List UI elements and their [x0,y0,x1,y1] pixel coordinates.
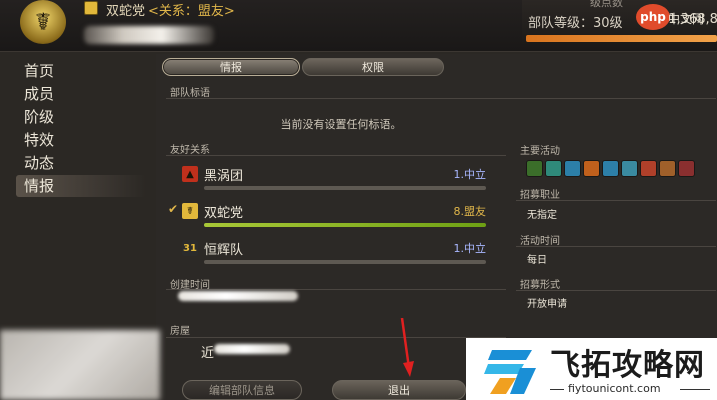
leveling-icon [545,160,562,177]
divider [166,155,506,156]
hardcore-icon [583,160,600,177]
site-watermark: 飞拓攻略网 fiytounicont.com [466,338,717,400]
fc-tag-redacted [84,26,214,44]
relations-label: 友好关系 [170,145,210,156]
guildhest-icon [621,160,638,177]
divider [516,200,716,201]
fc-crest-emblem: ☤ [20,0,66,44]
relation-status: 8.盟友 [453,205,487,218]
rank-progress-bar [526,35,717,42]
site-url: fiytounicont.com [568,382,661,395]
edit-fc-info-button[interactable]: 编辑部队信息 [182,380,302,400]
left-nav: 首页 成员 阶级 特效 动态 情报 [8,60,150,350]
divider [166,98,716,99]
divider [166,337,506,338]
grand-company-icon: ☤ [182,203,198,219]
php-watermark-text: 中文网 [668,12,705,26]
relation-name: 黑涡团 [204,169,244,184]
check-icon: ✔ [168,202,179,216]
grand-company-icon [84,1,98,15]
relation-progress-bar [204,186,486,190]
rank-label: 部队等级：30级 [528,16,623,31]
relation-progress-bar [204,223,486,227]
divider [516,246,716,247]
activity-label: 主要活动 [520,146,560,157]
relation-row[interactable]: 31 恒辉队 1.中立 [172,236,492,270]
raid-icon [659,160,676,177]
red-arrow-annotation [400,318,414,377]
relation-name: 恒辉队 [204,243,244,258]
created-date-redacted [178,291,298,301]
relation-row[interactable]: ▲ 黑涡团 1.中立 [172,162,492,196]
header-bar: ☤ 双蛇党 <关系：盟友> 级点数 部队等级：30级 11,368,8 php … [0,0,717,52]
tab-permissions[interactable]: 权限 [302,58,444,76]
nav-item[interactable]: 情报 [16,175,146,197]
fc-name: 双蛇党 [106,4,146,19]
nav-item[interactable]: 特效 [16,129,146,151]
housing-value: 近 [201,346,215,361]
relation-name: 双蛇党 [204,206,244,221]
redacted-overlay [0,330,160,400]
grand-company-icon: 31 [182,240,198,256]
divider [516,290,716,291]
housing-value-redacted [214,344,290,354]
php-watermark-logo: php [636,4,670,30]
site-logo-icon [484,350,536,394]
relation-status: 1.中立 [453,168,487,181]
rank-points-label: 级点数 [590,0,623,9]
relation-row[interactable]: ✔ ☤ 双蛇党 8.盟友 [168,199,492,233]
activity-icons [526,160,716,180]
time-value: 每日 [527,255,547,266]
dungeon-icon [602,160,619,177]
housing-label: 房屋 [170,326,190,337]
role-play-icon [526,160,543,177]
pvp-icon [678,160,695,177]
relation-progress-bar [204,260,486,264]
exit-button[interactable]: 退出 [332,380,466,400]
nav-item[interactable]: 首页 [16,60,146,82]
recruit-label: 招募职业 [520,190,560,201]
grand-company-icon: ▲ [182,166,198,182]
slogan-label: 部队标语 [170,88,210,99]
fc-relation: <关系：盟友> [148,4,235,19]
recruit-value: 无指定 [527,210,557,221]
nav-item[interactable]: 阶级 [16,106,146,128]
form-label: 招募形式 [520,280,560,291]
nav-item[interactable]: 成员 [16,83,146,105]
relation-status: 1.中立 [453,242,487,255]
divider [166,289,506,290]
divider [550,389,564,390]
tab-info[interactable]: 情报 [162,58,300,76]
trial-icon [640,160,657,177]
nav-item[interactable]: 动态 [16,152,146,174]
slogan-text: 当前没有设置任何标语。 [280,118,402,131]
casual-icon [564,160,581,177]
time-label: 活动时间 [520,236,560,247]
divider [680,389,710,390]
form-value: 开放申请 [527,299,567,310]
site-title: 飞拓攻略网 [550,348,705,383]
